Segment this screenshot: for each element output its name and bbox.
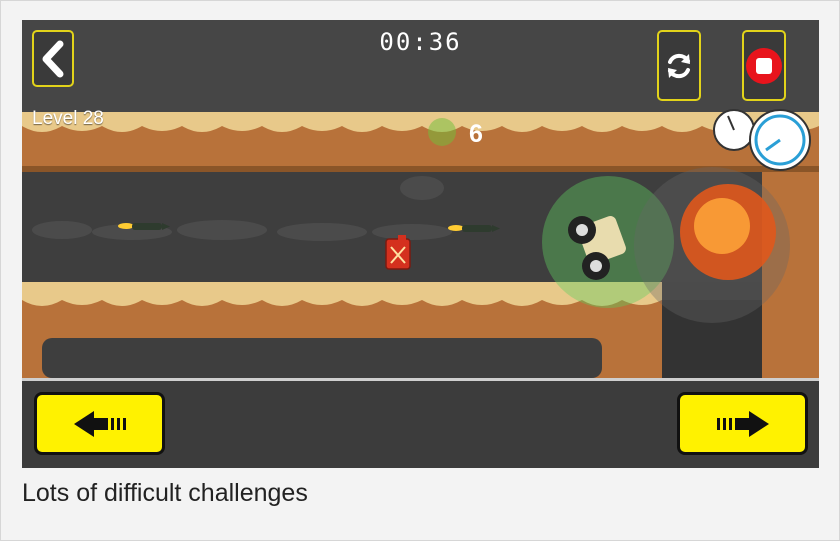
floor-cavity — [42, 338, 602, 378]
missile — [118, 223, 170, 230]
screenshot-frame: 00:36 Level 28 6 Lots of difficult chall… — [0, 0, 840, 541]
arrow-left-icon — [73, 410, 126, 437]
move-right-button[interactable] — [677, 392, 808, 455]
control-bar — [22, 378, 819, 468]
level-label: Level 28 — [32, 108, 104, 129]
move-left-button[interactable] — [34, 392, 165, 455]
coin-icon — [428, 118, 456, 146]
missile — [448, 225, 500, 232]
fuel-can — [385, 235, 411, 270]
fuel-gauge — [713, 109, 755, 151]
speedometer — [749, 109, 811, 171]
arrow-right-icon — [716, 410, 769, 437]
screenshot-caption: Lots of difficult challenges — [22, 479, 308, 507]
game-viewport[interactable]: 00:36 Level 28 6 — [22, 20, 819, 468]
coin-counter: 6 — [469, 120, 483, 148]
